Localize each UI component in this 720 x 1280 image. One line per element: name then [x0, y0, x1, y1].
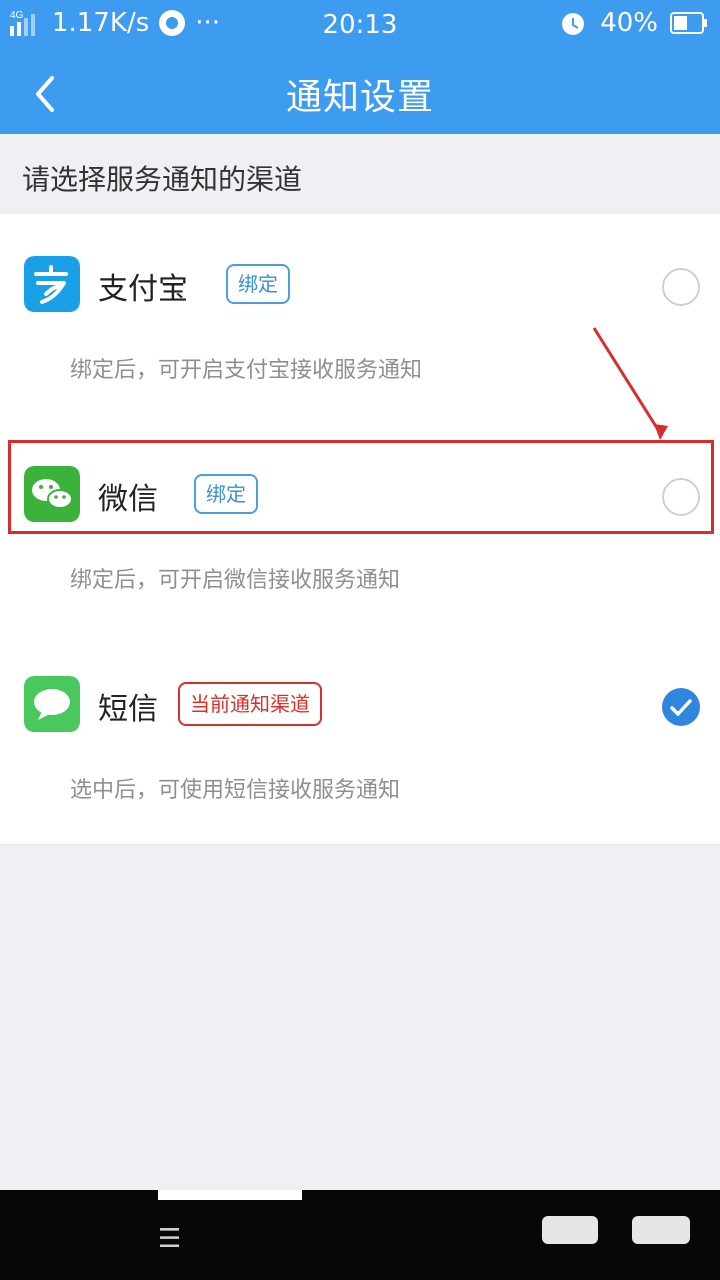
nav-bar: 通知设置 — [0, 54, 720, 134]
channel-description: 绑定后，可开启微信接收服务通知 — [70, 568, 401, 593]
channel-name: 支付宝 — [98, 272, 188, 307]
status-right: 40% — [558, 8, 708, 38]
battery-icon — [670, 12, 707, 34]
channel-name: 短信 — [98, 692, 158, 727]
nav-pill[interactable] — [542, 1216, 598, 1244]
radio-checked[interactable] — [662, 688, 700, 726]
highlight-box — [8, 440, 714, 534]
annotation-arrow-icon — [592, 327, 668, 440]
bind-button[interactable]: 绑定 — [226, 264, 290, 304]
radio-unchecked[interactable] — [662, 268, 700, 306]
nav-pill[interactable] — [632, 1216, 690, 1244]
battery-percent: 40% — [600, 8, 658, 38]
sms-icon — [24, 676, 80, 732]
channel-description: 选中后，可使用短信接收服务通知 — [70, 778, 401, 803]
alarm-icon — [562, 13, 585, 35]
bottom-indicator — [158, 1190, 302, 1200]
page-title: 通知设置 — [285, 77, 434, 118]
top-bar: 4G 1.17K/s ··· 20:13 40% 通知设置 — [0, 0, 720, 134]
alipay-icon — [24, 256, 80, 312]
section-title: 请选择服务通知的渠道 — [22, 163, 303, 196]
menu-button[interactable]: ☰ — [158, 1224, 181, 1254]
status-bar: 4G 1.17K/s ··· 20:13 40% — [0, 0, 720, 54]
current-channel-badge: 当前通知渠道 — [178, 682, 322, 726]
checkmark-icon — [670, 699, 692, 716]
channel-description: 绑定后，可开启支付宝接收服务通知 — [70, 358, 423, 383]
channel-row-sms[interactable]: 短信 当前通知渠道 选中后，可使用短信接收服务通知 — [0, 634, 720, 845]
bottom-navigation-bar: ☰ — [0, 1190, 720, 1280]
